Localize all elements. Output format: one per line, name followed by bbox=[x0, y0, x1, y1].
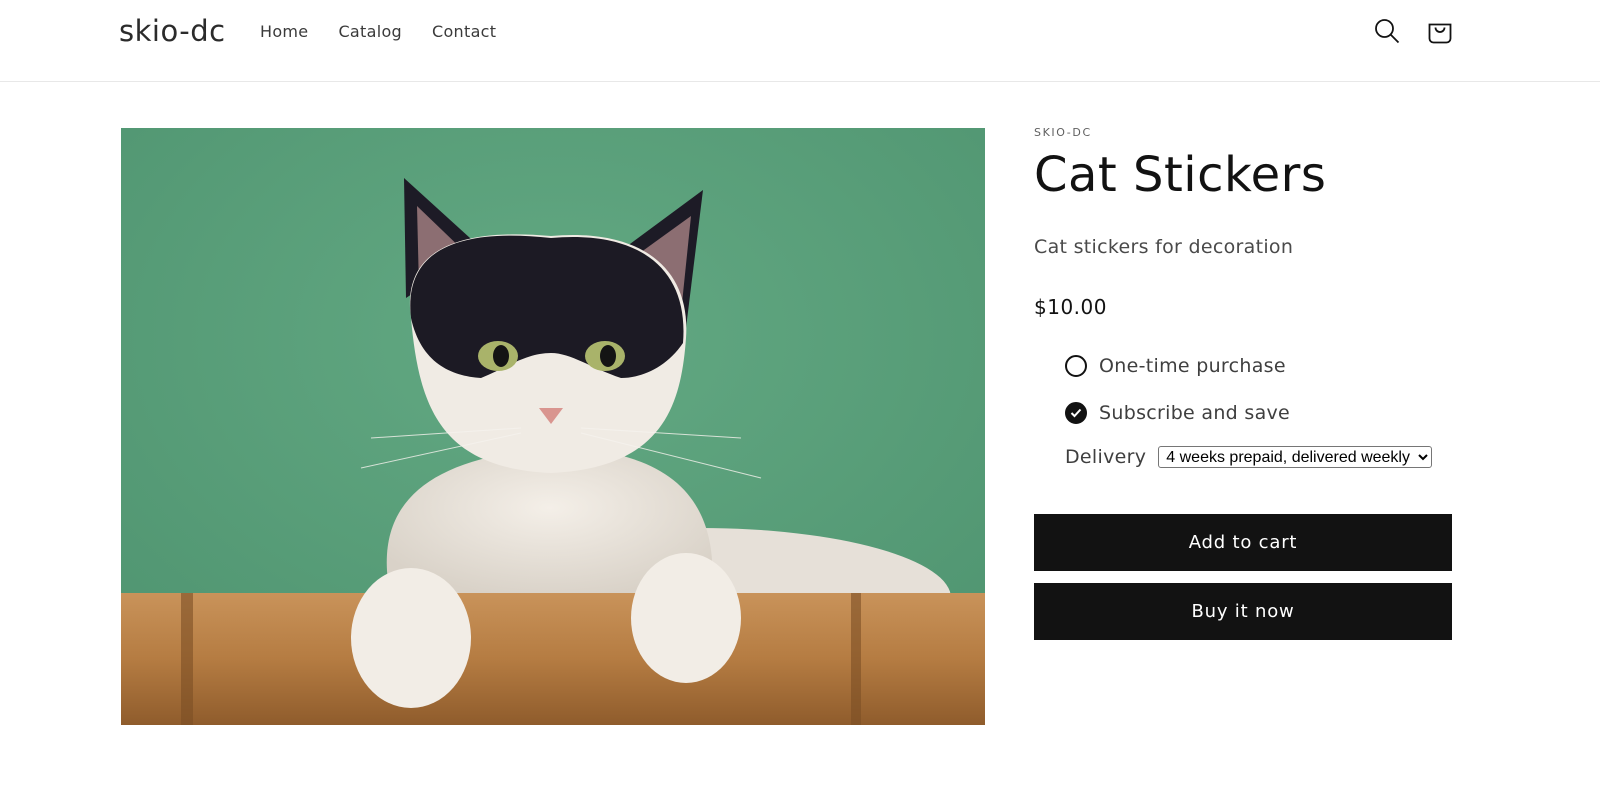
radio-unchecked[interactable] bbox=[1065, 355, 1087, 377]
option-label: Subscribe and save bbox=[1099, 402, 1291, 424]
purchase-options: One-time purchase Subscribe and save Del… bbox=[1065, 352, 1452, 468]
product-info: SKIO-DC Cat Stickers Cat stickers for de… bbox=[1034, 126, 1452, 640]
nav-catalog[interactable]: Catalog bbox=[338, 20, 402, 44]
delivery-row: Delivery 4 weeks prepaid, delivered week… bbox=[1065, 446, 1452, 468]
option-subscribe-and-save[interactable]: Subscribe and save bbox=[1065, 399, 1452, 427]
nav-contact[interactable]: Contact bbox=[432, 20, 496, 44]
checkmark-icon bbox=[1070, 408, 1082, 418]
site-header: skio-dc Home Catalog Contact bbox=[0, 0, 1600, 82]
product-image bbox=[121, 128, 985, 725]
option-one-time-purchase[interactable]: One-time purchase bbox=[1065, 352, 1452, 380]
delivery-label: Delivery bbox=[1065, 446, 1147, 468]
buy-it-now-button[interactable]: Buy it now bbox=[1034, 583, 1452, 640]
radio-checked[interactable] bbox=[1065, 402, 1087, 424]
delivery-select[interactable]: 4 weeks prepaid, delivered weekly bbox=[1158, 446, 1433, 468]
product-title: Cat Stickers bbox=[1034, 147, 1327, 203]
add-to-cart-button[interactable]: Add to cart bbox=[1034, 514, 1452, 571]
product-description: Cat stickers for decoration bbox=[1034, 236, 1294, 258]
main-nav: Home Catalog Contact bbox=[260, 20, 526, 44]
product-price: $10.00 bbox=[1034, 295, 1107, 319]
product-vendor: SKIO-DC bbox=[1034, 126, 1092, 139]
nav-home[interactable]: Home bbox=[260, 20, 308, 44]
search-icon[interactable] bbox=[1371, 15, 1403, 47]
option-label: One-time purchase bbox=[1099, 355, 1286, 377]
cart-icon[interactable] bbox=[1424, 15, 1456, 47]
site-logo[interactable]: skio-dc bbox=[119, 14, 226, 48]
